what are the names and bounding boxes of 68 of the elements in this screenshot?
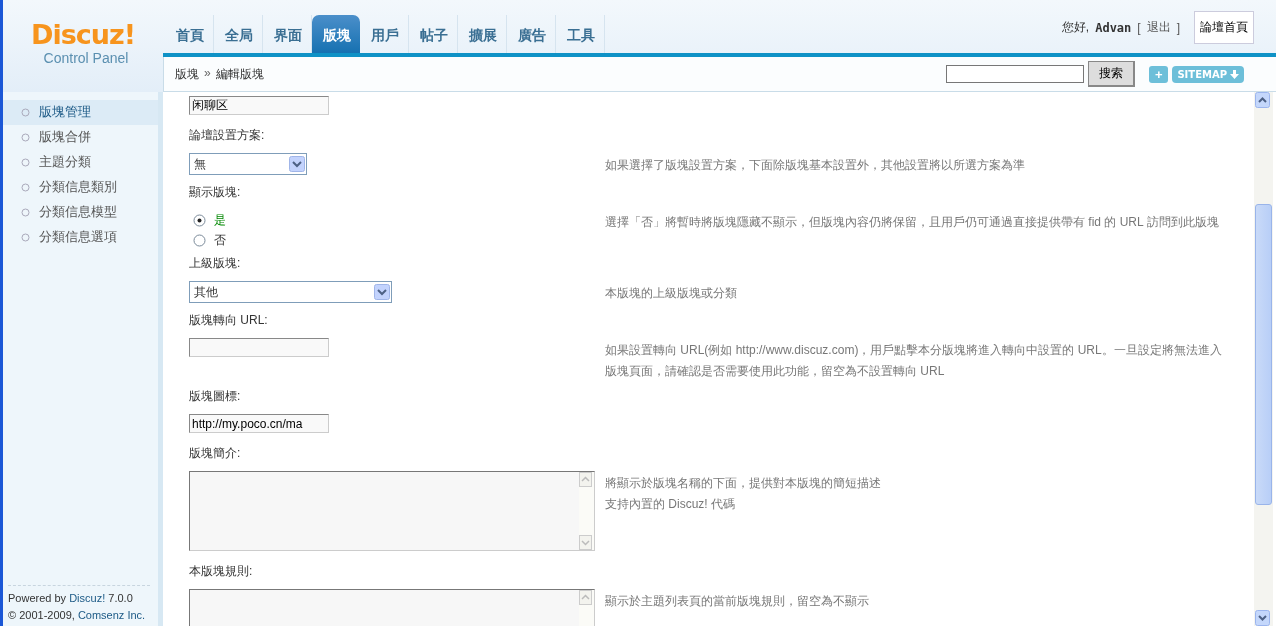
field-label: 本版塊規則: — [189, 563, 254, 580]
scroll-thumb[interactable] — [1255, 204, 1272, 505]
field-description: 支持內置的 Discuz! 代碼 — [605, 496, 736, 513]
nav-tab[interactable]: 廣告 — [507, 15, 556, 53]
field-label: 上級版塊: — [189, 255, 242, 272]
nav-tab[interactable]: 用戶 — [360, 15, 409, 53]
logo-subtitle: Control Panel — [43, 50, 129, 66]
field-label: 顯示版塊: — [189, 184, 242, 201]
field-label: 論壇設置方案: — [189, 127, 266, 144]
radio-button[interactable] — [193, 234, 206, 247]
nav-tab[interactable]: 全局 — [214, 15, 263, 53]
breadcrumb-link[interactable]: 版塊 — [175, 65, 199, 83]
breadcrumb-current: 編輯版塊 — [215, 65, 264, 83]
product-link[interactable]: Discuz! — [69, 592, 106, 604]
field-label: 版塊轉向 URL: — [189, 312, 269, 329]
breadcrumb-separator: » — [204, 65, 211, 82]
greeting-text: 您好, — [1061, 19, 1090, 36]
field-description: 如果選擇了版塊設置方案，下面除版塊基本設置外，其他設置將以所選方案為準 — [605, 157, 1026, 174]
chevron-down-icon — [374, 284, 390, 300]
text-field[interactable]: http://my.poco.cn/ma — [189, 414, 329, 433]
field-description: 如果設置轉向 URL(例如 http://www.discuz.com)，用戶點擊本分版塊將進入轉向中設置的 URL。一旦設定將無法進入版塊頁面，請確認是否需要使用此功能，留空為不設置轉向 URL — [605, 342, 1223, 380]
nav-tab[interactable]: 首頁 — [165, 15, 214, 53]
field-label: 版塊簡介: — [189, 445, 242, 462]
dropdown[interactable]: 其他 — [189, 281, 392, 303]
bracket-text: ] — [1176, 20, 1180, 35]
radio-label: 否 — [214, 232, 226, 249]
field-description: 顯示於主題列表頁的當前版塊規則，留空為不顯示 — [605, 593, 870, 610]
username: Advan — [1095, 20, 1132, 35]
search-field[interactable] — [946, 65, 1085, 83]
circle-bullet-icon — [21, 108, 30, 117]
sidebar-item[interactable]: 版塊管理 — [3, 100, 158, 125]
down-arrow-icon — [1230, 69, 1239, 79]
search-button[interactable]: 搜索 — [1088, 61, 1136, 87]
circle-bullet-icon — [21, 208, 30, 217]
text-field[interactable] — [189, 338, 329, 357]
scroll-up-icon[interactable] — [1255, 92, 1270, 108]
radio-label: 是 — [214, 212, 226, 229]
circle-bullet-icon — [21, 158, 30, 167]
forum-home-button[interactable]: 論壇首頁 — [1194, 11, 1254, 44]
field-description: 將顯示於版塊名稱的下面，提供對本版塊的簡短描述 — [605, 475, 882, 492]
dropdown[interactable]: 無 — [189, 153, 307, 175]
bracket-text: [ — [1137, 20, 1141, 35]
scrollbar[interactable] — [1254, 92, 1273, 626]
logo-text: Discuz! — [31, 20, 135, 50]
version-text: 7.0.0 — [108, 592, 133, 604]
chevron-down-icon — [289, 156, 305, 172]
sidebar-item[interactable]: 版塊合併 — [3, 125, 158, 150]
sidebar-item[interactable]: 分類信息模型 — [3, 200, 158, 225]
sidebar-item[interactable]: 分類信息選項 — [3, 225, 158, 250]
circle-bullet-icon — [21, 233, 30, 242]
nav-tab[interactable]: 擴展 — [458, 15, 507, 53]
logout-link[interactable]: 退出 — [1146, 19, 1171, 36]
sidebar-item[interactable]: 主題分類 — [3, 150, 158, 175]
field-description: 選擇「否」將暫時將版塊隱藏不顯示，但版塊內容仍將保留，且用戶仍可通過直接提供帶有 fid 的 URL 訪問到此版塊 — [605, 214, 1220, 231]
circle-bullet-icon — [21, 133, 30, 142]
company-link[interactable]: Comsenz Inc. — [77, 609, 146, 621]
scroll-down-icon[interactable] — [1255, 610, 1270, 626]
nav-tab[interactable]: 帖子 — [409, 15, 458, 53]
nav-tab[interactable]: 版塊 — [312, 15, 360, 53]
radio-button[interactable] — [193, 214, 206, 227]
field-description: 本版塊的上級版塊或分類 — [605, 285, 738, 302]
circle-bullet-icon — [21, 183, 30, 192]
powered-by-text: Powered by — [8, 592, 67, 604]
text-field[interactable]: 闲聊区 — [189, 96, 329, 115]
copyright-text: © 2001-2009, — [8, 609, 75, 621]
field-label: 版塊圖標: — [189, 388, 242, 405]
nav-tab[interactable]: 工具 — [556, 15, 605, 53]
sidebar-item[interactable]: 分類信息類別 — [3, 175, 158, 200]
